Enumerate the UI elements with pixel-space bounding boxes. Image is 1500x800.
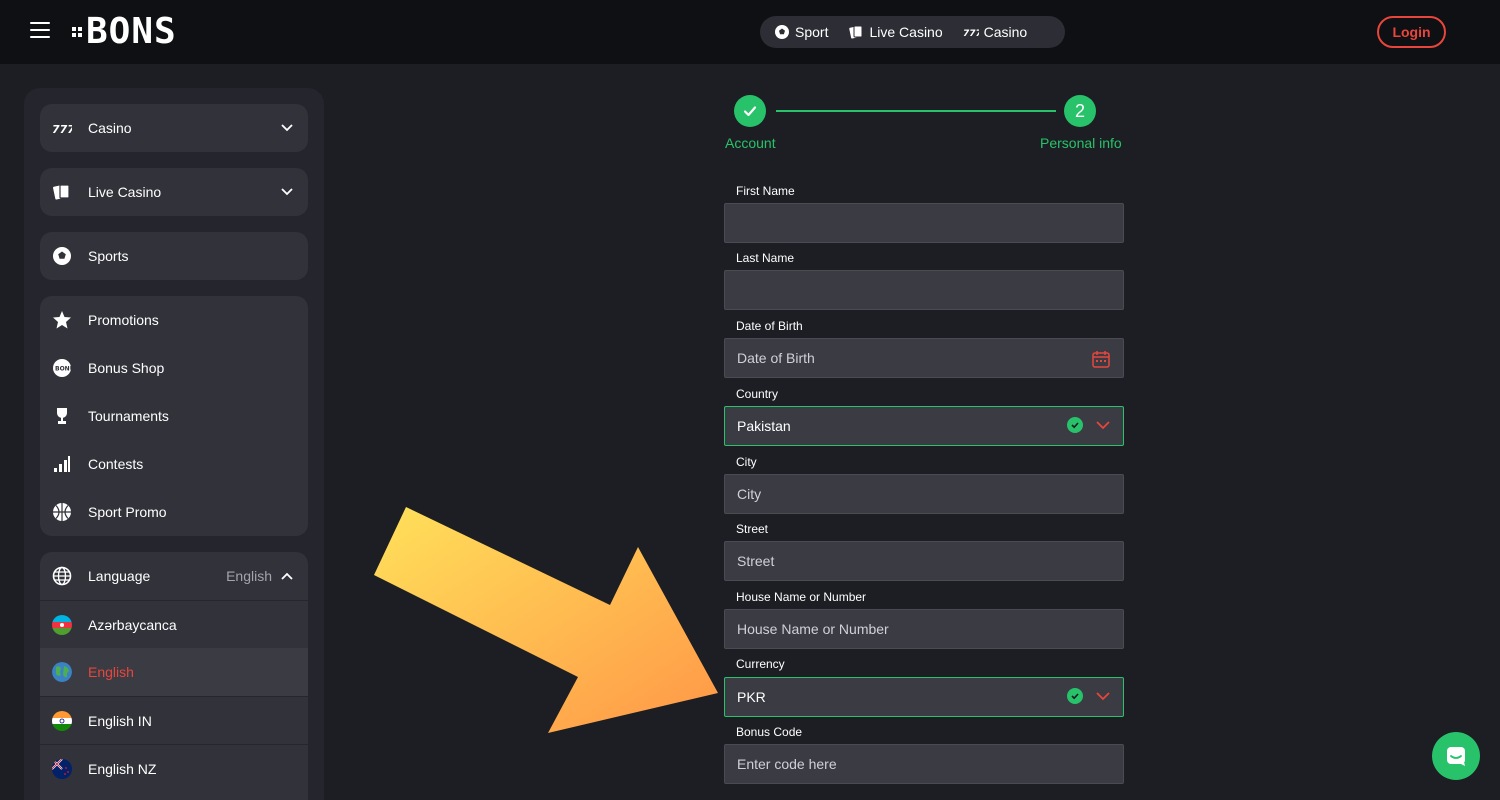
first-name-label: First Name (736, 184, 795, 198)
sidebar: 777 Casino Live Casino Sports Promotions… (24, 88, 324, 800)
language-option-english[interactable]: English (40, 648, 308, 696)
bonus-code-label: Bonus Code (736, 725, 803, 739)
sidebar-item-label: Contests (88, 456, 144, 472)
sidebar-item-casino-label: Casino (88, 120, 132, 136)
country-value: Pakistan (737, 418, 791, 434)
nav-live-casino-label: Live Casino (869, 24, 943, 40)
nav-casino[interactable]: 777 Casino (963, 24, 1028, 40)
svg-text:777: 777 (52, 123, 72, 136)
house-label: House Name or Number (736, 590, 867, 604)
nav-sport[interactable]: Sport (774, 24, 828, 40)
sidebar-item-label: Promotions (88, 312, 159, 328)
nav-live-casino[interactable]: Live Casino (848, 24, 943, 40)
cards-icon (52, 182, 72, 202)
bar-chart-icon (52, 454, 72, 474)
nav-casino-label: Casino (983, 24, 1028, 40)
svg-text:777: 777 (963, 29, 979, 39)
language-option-label: Azərbaycanca (88, 616, 177, 633)
language-selector: Language English Azərbaycanca English En… (40, 552, 308, 800)
currency-select[interactable]: PKR (724, 677, 1124, 717)
chevron-up-icon (281, 572, 293, 580)
check-circle-icon (1067, 417, 1083, 433)
sidebar-item-promotions[interactable]: Promotions (40, 296, 308, 344)
country-select[interactable]: Pakistan (724, 406, 1124, 446)
globe-earth-icon (52, 662, 72, 682)
last-name-field[interactable] (724, 270, 1124, 310)
sidebar-item-sports-label: Sports (88, 248, 129, 264)
soccer-ball-icon (775, 25, 789, 39)
check-circle-icon (1067, 688, 1083, 704)
sidebar-item-live-casino-label: Live Casino (88, 184, 162, 200)
dob-label: Date of Birth (736, 319, 803, 333)
hamburger-menu-icon[interactable] (30, 22, 50, 40)
soccer-ball-icon (52, 246, 72, 266)
trophy-icon (52, 406, 72, 426)
chat-support-icon[interactable] (1432, 732, 1480, 780)
top-nav: Sport Live Casino 777 Casino (760, 16, 1065, 48)
sidebar-item-sport-promo[interactable]: Sport Promo (40, 488, 308, 536)
sidebar-item-tournaments[interactable]: Tournaments (40, 392, 308, 440)
checkmark-icon (743, 106, 757, 117)
dob-placeholder: Date of Birth (737, 350, 815, 366)
annotation-arrow-icon (374, 507, 718, 733)
sidebar-item-bonus-shop[interactable]: BONUS Bonus Shop (40, 344, 308, 392)
login-button[interactable]: Login (1377, 16, 1446, 48)
city-field[interactable]: City (724, 474, 1124, 514)
sidebar-item-sports[interactable]: Sports (40, 232, 308, 280)
street-field[interactable]: Street (724, 541, 1124, 581)
city-label: City (736, 455, 757, 469)
chevron-down-icon (1096, 692, 1110, 701)
basketball-icon (52, 502, 72, 522)
language-option-english-in[interactable]: English IN (40, 696, 308, 744)
step-account-label: Account (725, 135, 776, 151)
slot-777-icon: 777 (963, 29, 979, 39)
logo-text: BONS (86, 11, 177, 52)
language-current-value: English (226, 568, 272, 584)
step-account-done (734, 95, 766, 127)
sidebar-item-label: Sport Promo (88, 504, 167, 520)
language-option-label: English (88, 664, 134, 680)
chevron-down-icon (281, 124, 293, 132)
last-name-label: Last Name (736, 251, 795, 265)
street-label: Street (736, 522, 769, 536)
sidebar-item-casino[interactable]: 777 Casino (40, 104, 308, 152)
step-personal-info-label: Personal info (1040, 135, 1122, 151)
logo-dots-icon (72, 27, 82, 37)
azerbaijan-flag-icon (52, 614, 72, 635)
india-flag-icon (52, 710, 72, 731)
sidebar-item-contests[interactable]: Contests (40, 440, 308, 488)
step-progress-line (776, 110, 1056, 112)
country-label: Country (736, 387, 779, 401)
chevron-down-icon (1096, 421, 1110, 430)
bonus-badge-icon: BONUS (52, 358, 72, 378)
calendar-icon[interactable] (1091, 349, 1111, 369)
sidebar-item-label: Bonus Shop (88, 360, 165, 376)
house-field[interactable]: House Name or Number (724, 609, 1124, 649)
cards-icon (849, 25, 863, 39)
chevron-down-icon (281, 188, 293, 196)
brand-logo[interactable]: BONS (72, 14, 177, 50)
dob-field[interactable]: Date of Birth (724, 338, 1124, 378)
language-option-label: English IN (88, 712, 152, 729)
top-header: BONS Sport Live Casino 777 Casino Login (0, 0, 1500, 64)
nav-sport-label: Sport (795, 24, 829, 40)
bonus-code-field[interactable]: Enter code here (724, 744, 1124, 784)
language-option-english-nz[interactable]: English NZ (40, 744, 308, 792)
currency-value: PKR (737, 689, 766, 705)
globe-icon (52, 566, 72, 586)
new-zealand-flag-icon (52, 758, 72, 779)
first-name-field[interactable] (724, 203, 1124, 243)
step-personal-info-number: 2 (1064, 95, 1096, 127)
sidebar-item-live-casino[interactable]: Live Casino (40, 168, 308, 216)
currency-label: Currency (736, 657, 785, 671)
svg-text:BONUS: BONUS (55, 366, 72, 373)
slot-777-icon: 777 (52, 118, 72, 138)
language-label: Language (88, 568, 151, 584)
language-option-label: English NZ (88, 760, 157, 777)
language-option-azerbaijani[interactable]: Azərbaycanca (40, 600, 308, 648)
star-burst-icon (52, 310, 72, 330)
language-toggle[interactable]: Language English (40, 552, 308, 600)
sidebar-promo-group: Promotions BONUS Bonus Shop Tournaments … (40, 296, 308, 536)
sidebar-item-label: Tournaments (88, 408, 169, 424)
